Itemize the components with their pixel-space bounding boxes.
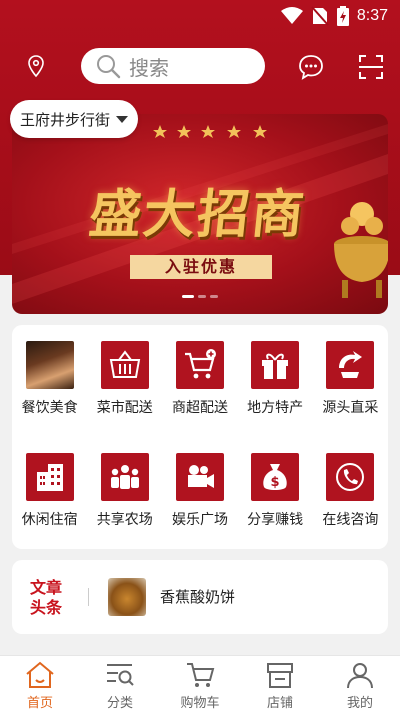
home-icon (26, 661, 54, 688)
news-headline-card[interactable]: 文章头条 香蕉酸奶饼 (12, 560, 388, 634)
news-title[interactable]: 香蕉酸奶饼 (160, 586, 235, 607)
category-label: 共享农场 (96, 512, 153, 528)
svg-text:$: $ (271, 475, 280, 490)
category-label: 菜市配送 (96, 400, 153, 416)
carousel-dot (198, 295, 206, 298)
store-icon (267, 663, 293, 688)
search-icon (97, 55, 121, 79)
category-grid: 餐饮美食 菜市配送 商超配送 地方特产 源头直采 休闲住宿 共享农场 娱乐广场 … (12, 325, 388, 549)
category-row: 餐饮美食 菜市配送 商超配送 地方特产 源头直采 (12, 341, 388, 417)
banner-title: 盛大招商 (86, 184, 309, 245)
category-label: 分享赚钱 (247, 512, 304, 528)
message-icon[interactable] (297, 53, 325, 81)
building-icon (25, 453, 74, 501)
food-photo-icon (25, 341, 74, 389)
scan-icon[interactable] (357, 53, 385, 81)
wifi-icon (280, 7, 303, 24)
promo-banner[interactable]: 盛大招商 入驻优惠 (12, 114, 388, 314)
category-direct-sourcing[interactable]: 源头直采 (313, 341, 388, 417)
cart-icon (187, 663, 215, 687)
news-divider (88, 588, 89, 606)
category-row: 休闲住宿 共享农场 娱乐广场 $ 分享赚钱 在线咨询 (12, 453, 388, 529)
category-label: 源头直采 (322, 400, 379, 416)
caret-down-icon (116, 115, 129, 123)
category-market-delivery[interactable]: 菜市配送 (87, 341, 162, 417)
treasure-pot-icon (334, 202, 388, 298)
category-entertainment[interactable]: 娱乐广场 (162, 453, 237, 529)
search-input[interactable]: 搜索 (81, 48, 265, 84)
category-label: 商超配送 (171, 400, 228, 416)
money-bag-icon: $ (251, 453, 300, 501)
status-time: 8:37 (356, 7, 388, 24)
tab-label: 分类 (106, 696, 133, 711)
tab-label: 店铺 (266, 696, 293, 711)
tab-label: 首页 (26, 696, 53, 711)
battery-charging-icon (336, 6, 349, 26)
location-selector[interactable]: 王府井步行街 (10, 100, 139, 138)
source-icon (326, 341, 375, 389)
category-shared-farm[interactable]: 共享农场 (87, 453, 162, 529)
category-label: 地方特产 (247, 400, 304, 416)
category-label: 餐饮美食 (21, 400, 78, 416)
category-online-consult[interactable]: 在线咨询 (313, 453, 388, 529)
category-label: 在线咨询 (322, 512, 379, 528)
banner-subtitle: 入驻优惠 (130, 255, 272, 279)
carousel-indicator (182, 295, 218, 298)
cart-plus-icon (175, 341, 224, 389)
news-thumbnail (108, 578, 146, 616)
location-pin-icon[interactable] (24, 54, 48, 78)
news-tag: 文章头条 (30, 578, 63, 617)
no-sim-icon (311, 6, 329, 26)
category-icon (107, 664, 134, 686)
carousel-dot (210, 295, 218, 298)
category-food[interactable]: 餐饮美食 (12, 341, 87, 417)
video-camera-icon (175, 453, 224, 501)
search-placeholder: 搜索 (129, 55, 169, 80)
user-icon (347, 663, 373, 689)
people-icon (100, 453, 149, 501)
bottom-tab-bar: 首页 分类 购物车 店铺 我的 (0, 655, 400, 711)
gift-icon (251, 341, 300, 389)
tab-home[interactable]: 首页 (0, 656, 80, 711)
status-bar: 8:37 (0, 0, 400, 32)
category-leisure-stay[interactable]: 休闲住宿 (12, 453, 87, 529)
category-label: 娱乐广场 (171, 512, 228, 528)
category-share-earn[interactable]: $ 分享赚钱 (238, 453, 313, 529)
tab-store[interactable]: 店铺 (240, 656, 320, 711)
category-supermarket-delivery[interactable]: 商超配送 (162, 341, 237, 417)
tab-mine[interactable]: 我的 (320, 656, 400, 711)
tab-label: 我的 (346, 696, 373, 711)
tab-cart[interactable]: 购物车 (160, 656, 240, 711)
phone-icon (326, 453, 375, 501)
location-label: 王府井步行街 (20, 110, 111, 129)
basket-icon (100, 341, 149, 389)
tab-category[interactable]: 分类 (80, 656, 160, 711)
category-label: 休闲住宿 (21, 512, 78, 528)
tab-label: 购物车 (180, 696, 220, 711)
search-row: 搜索 (0, 44, 400, 88)
carousel-dot (182, 295, 194, 298)
category-local-specialty[interactable]: 地方特产 (238, 341, 313, 417)
